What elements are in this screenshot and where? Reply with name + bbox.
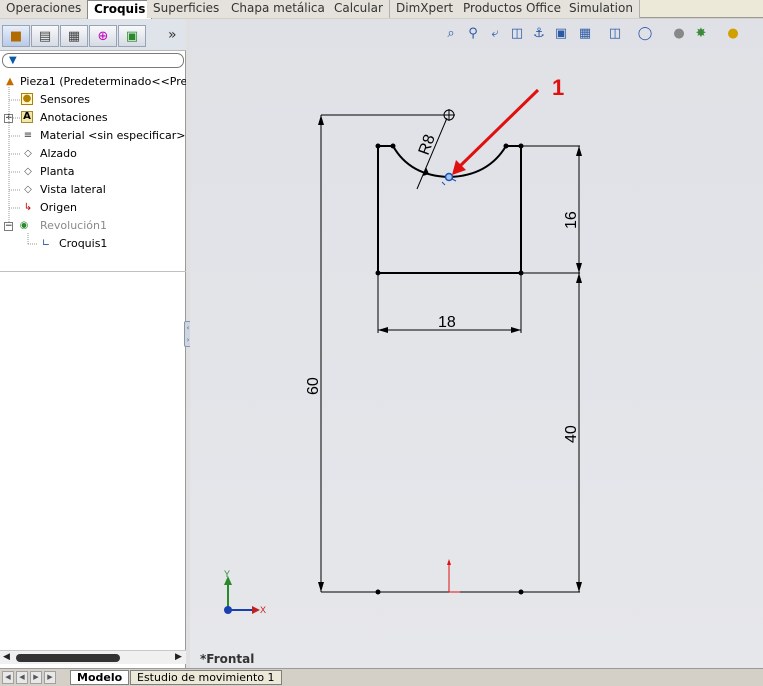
tab-chapa-metalica[interactable]: Chapa metálica [225, 0, 332, 18]
scroll-left-icon[interactable]: ◀ [3, 652, 10, 662]
width-dimension[interactable]: 18 [438, 314, 456, 331]
more-tabs-icon[interactable]: » [168, 27, 177, 43]
feature-manager-panel: ■ ▤ ▦ ⊕ ▣ » ▼ ▲ Pieza1 (Predeterminado<<… [0, 19, 186, 668]
tab-modelo[interactable]: Modelo [70, 670, 130, 685]
tree-connector-lines [8, 87, 38, 245]
height-dimension-40[interactable]: 40 [563, 425, 580, 443]
feature-tree-icon: ■ [9, 28, 23, 44]
tab-operaciones[interactable]: Operaciones [0, 0, 89, 18]
first-tab-icon[interactable]: ◀ [2, 671, 14, 684]
arrowhead [576, 273, 582, 283]
tab-dimxpert[interactable]: DimXpert [390, 0, 461, 18]
arrowhead [511, 327, 521, 333]
scrollbar-thumb[interactable] [16, 654, 120, 662]
axis-triad: Y X [224, 569, 266, 615]
height-dimension-16[interactable]: 16 [563, 211, 580, 229]
next-tab-icon[interactable]: ▶ [30, 671, 42, 684]
arrowhead [318, 115, 324, 125]
radius-dimension[interactable]: R8 [416, 132, 439, 157]
sketch-profile [377, 145, 522, 274]
display-manager-tab-button[interactable]: ▣ [118, 25, 146, 47]
tab-superficies[interactable]: Superficies [147, 0, 227, 18]
scroll-right-icon[interactable]: ▶ [175, 652, 182, 662]
arrowhead [576, 146, 582, 156]
sketch-origin [448, 562, 460, 593]
arrowhead [318, 582, 324, 592]
x-axis-label: X [260, 605, 266, 615]
property-manager-tab-button[interactable]: ▤ [31, 25, 59, 47]
sketch-canvas: 1 R8 18 16 60 40 Y X [224, 75, 582, 615]
property-icon: ▤ [38, 28, 52, 44]
sketch-point[interactable] [375, 270, 381, 276]
height-dimension-60[interactable]: 60 [305, 377, 322, 395]
arrowhead [378, 327, 388, 333]
panel-horizontal-scrollbar[interactable]: ◀ ▶ [0, 650, 186, 664]
bottom-tab-bar: ◀ ◀ ▶ ▶ Modelo Estudio de movimiento 1 [0, 668, 763, 686]
configuration-tab-button[interactable]: ▦ [60, 25, 88, 47]
previous-tab-icon[interactable]: ◀ [16, 671, 28, 684]
tab-estudio-movimiento[interactable]: Estudio de movimiento 1 [130, 670, 282, 685]
configuration-icon: ▦ [67, 28, 81, 44]
origin-arrowhead [447, 559, 451, 565]
sketch-point[interactable] [518, 143, 524, 149]
tab-calcular[interactable]: Calcular [328, 0, 390, 18]
tree-filter-input[interactable]: ▼ [2, 53, 184, 68]
view-name-label: *Frontal [200, 652, 255, 666]
tab-simulation[interactable]: Simulation [563, 0, 640, 18]
dimxpert-tab-button[interactable]: ⊕ [89, 25, 117, 47]
tree-separator [0, 271, 186, 272]
sketch-point[interactable] [375, 143, 381, 149]
command-manager-tabs: Operaciones Croquis Superficies Chapa me… [0, 0, 763, 19]
sketch-point[interactable] [518, 270, 524, 276]
y-axis-label: Y [224, 569, 230, 579]
graphics-area[interactable]: ⌕ ⚲ ⤶ ◫ ⚓ ▣ ▦ ◫ ◯ ● ✸ ● 1 R8 18 16 60 40… [190, 19, 763, 668]
arc-center-mark[interactable] [443, 109, 455, 121]
tab-croquis[interactable]: Croquis [87, 0, 153, 19]
tab-productos-office[interactable]: Productos Office [457, 0, 568, 18]
arrowhead [576, 582, 582, 592]
feature-tree-tab-button[interactable]: ■ [2, 25, 30, 47]
sketch-point[interactable] [503, 143, 509, 149]
sketch-point[interactable] [518, 589, 524, 595]
arrowhead [576, 263, 582, 273]
filter-icon: ▼ [9, 55, 17, 66]
callout-number: 1 [552, 75, 564, 100]
display-icon: ▣ [125, 28, 139, 44]
last-tab-icon[interactable]: ▶ [44, 671, 56, 684]
sketch-point[interactable] [375, 589, 381, 595]
panel-toolbar: ■ ▤ ▦ ⊕ ▣ » [0, 19, 186, 51]
selected-arc-midpoint[interactable] [444, 172, 454, 182]
crosshair-icon: ⊕ [97, 28, 109, 44]
sketch-point[interactable] [390, 143, 396, 149]
